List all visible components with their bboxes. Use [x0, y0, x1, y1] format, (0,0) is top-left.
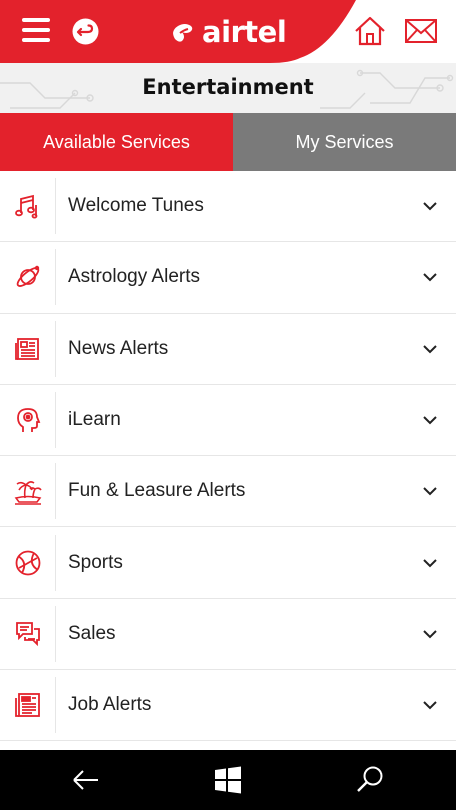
hamburger-menu-icon[interactable]: [22, 18, 50, 44]
service-icon-cell: [0, 463, 56, 520]
chevron-down-icon[interactable]: [422, 269, 438, 285]
service-list: Welcome Tunes Astrology Alerts News Aler…: [0, 171, 456, 742]
chat-bubbles-icon: [15, 622, 40, 647]
basketball-icon: [15, 550, 40, 576]
service-item-sales[interactable]: Sales: [0, 599, 456, 671]
service-item-sports[interactable]: Sports: [0, 527, 456, 599]
brand-name: airtel: [202, 15, 287, 49]
chevron-down-icon[interactable]: [422, 341, 438, 357]
service-label: iLearn: [68, 409, 121, 431]
tab-my-services[interactable]: My Services: [233, 113, 456, 171]
airtel-swirl-icon: [173, 24, 193, 42]
service-icon-cell: [0, 677, 56, 734]
service-label: Fun & Leasure Alerts: [68, 480, 246, 502]
music-notes-icon: [14, 194, 37, 219]
home-icon[interactable]: [354, 16, 386, 46]
search-icon[interactable]: [354, 764, 386, 796]
service-label: Astrology Alerts: [68, 266, 200, 288]
chevron-down-icon[interactable]: [422, 626, 438, 642]
service-item-astrology-alerts[interactable]: Astrology Alerts: [0, 242, 456, 314]
windows-logo-icon[interactable]: [212, 764, 244, 796]
service-icon-cell: [0, 320, 56, 377]
page-title: Entertainment: [142, 75, 314, 99]
service-label: Job Alerts: [68, 694, 152, 716]
service-label: News Alerts: [68, 337, 169, 359]
chevron-down-icon[interactable]: [422, 412, 438, 428]
service-icon-cell: [0, 178, 56, 235]
service-label: Sports: [68, 551, 123, 573]
service-item-news-alerts[interactable]: News Alerts: [0, 314, 456, 385]
mail-icon[interactable]: [405, 19, 437, 43]
tab-available-services[interactable]: Available Services: [0, 113, 233, 171]
service-item-welcome-tunes[interactable]: Welcome Tunes: [0, 171, 456, 243]
service-label: Welcome Tunes: [68, 195, 204, 217]
back-arrow-icon[interactable]: [70, 764, 102, 796]
chevron-down-icon[interactable]: [422, 697, 438, 713]
airtel-logo: airtel: [170, 14, 287, 50]
service-item-job-alerts[interactable]: Job Alerts: [0, 670, 456, 742]
service-icon-cell: [0, 392, 56, 449]
service-item-ilearn[interactable]: iLearn: [0, 385, 456, 457]
service-item-fun-leasure-alerts[interactable]: Fun & Leasure Alerts: [0, 456, 456, 528]
title-band: Entertainment: [0, 63, 456, 113]
newspaper-icon: [14, 337, 39, 360]
service-icon-cell: [0, 249, 56, 306]
chevron-down-icon[interactable]: [422, 198, 438, 214]
chevron-down-icon[interactable]: [422, 555, 438, 571]
system-nav-bar: [0, 750, 456, 810]
service-icon-cell: [0, 605, 56, 662]
island-palm-icon: [14, 481, 42, 506]
chevron-down-icon[interactable]: [422, 483, 438, 499]
job-newspaper-icon: [14, 693, 40, 718]
back-arrow-circle-icon[interactable]: [72, 18, 99, 45]
service-label: Sales: [68, 622, 116, 644]
service-tabs: Available Services My Services: [0, 113, 456, 171]
service-icon-cell: [0, 534, 56, 591]
head-brain-icon: [16, 408, 40, 433]
app-header: airtel: [0, 0, 456, 63]
planet-icon: [16, 266, 39, 288]
